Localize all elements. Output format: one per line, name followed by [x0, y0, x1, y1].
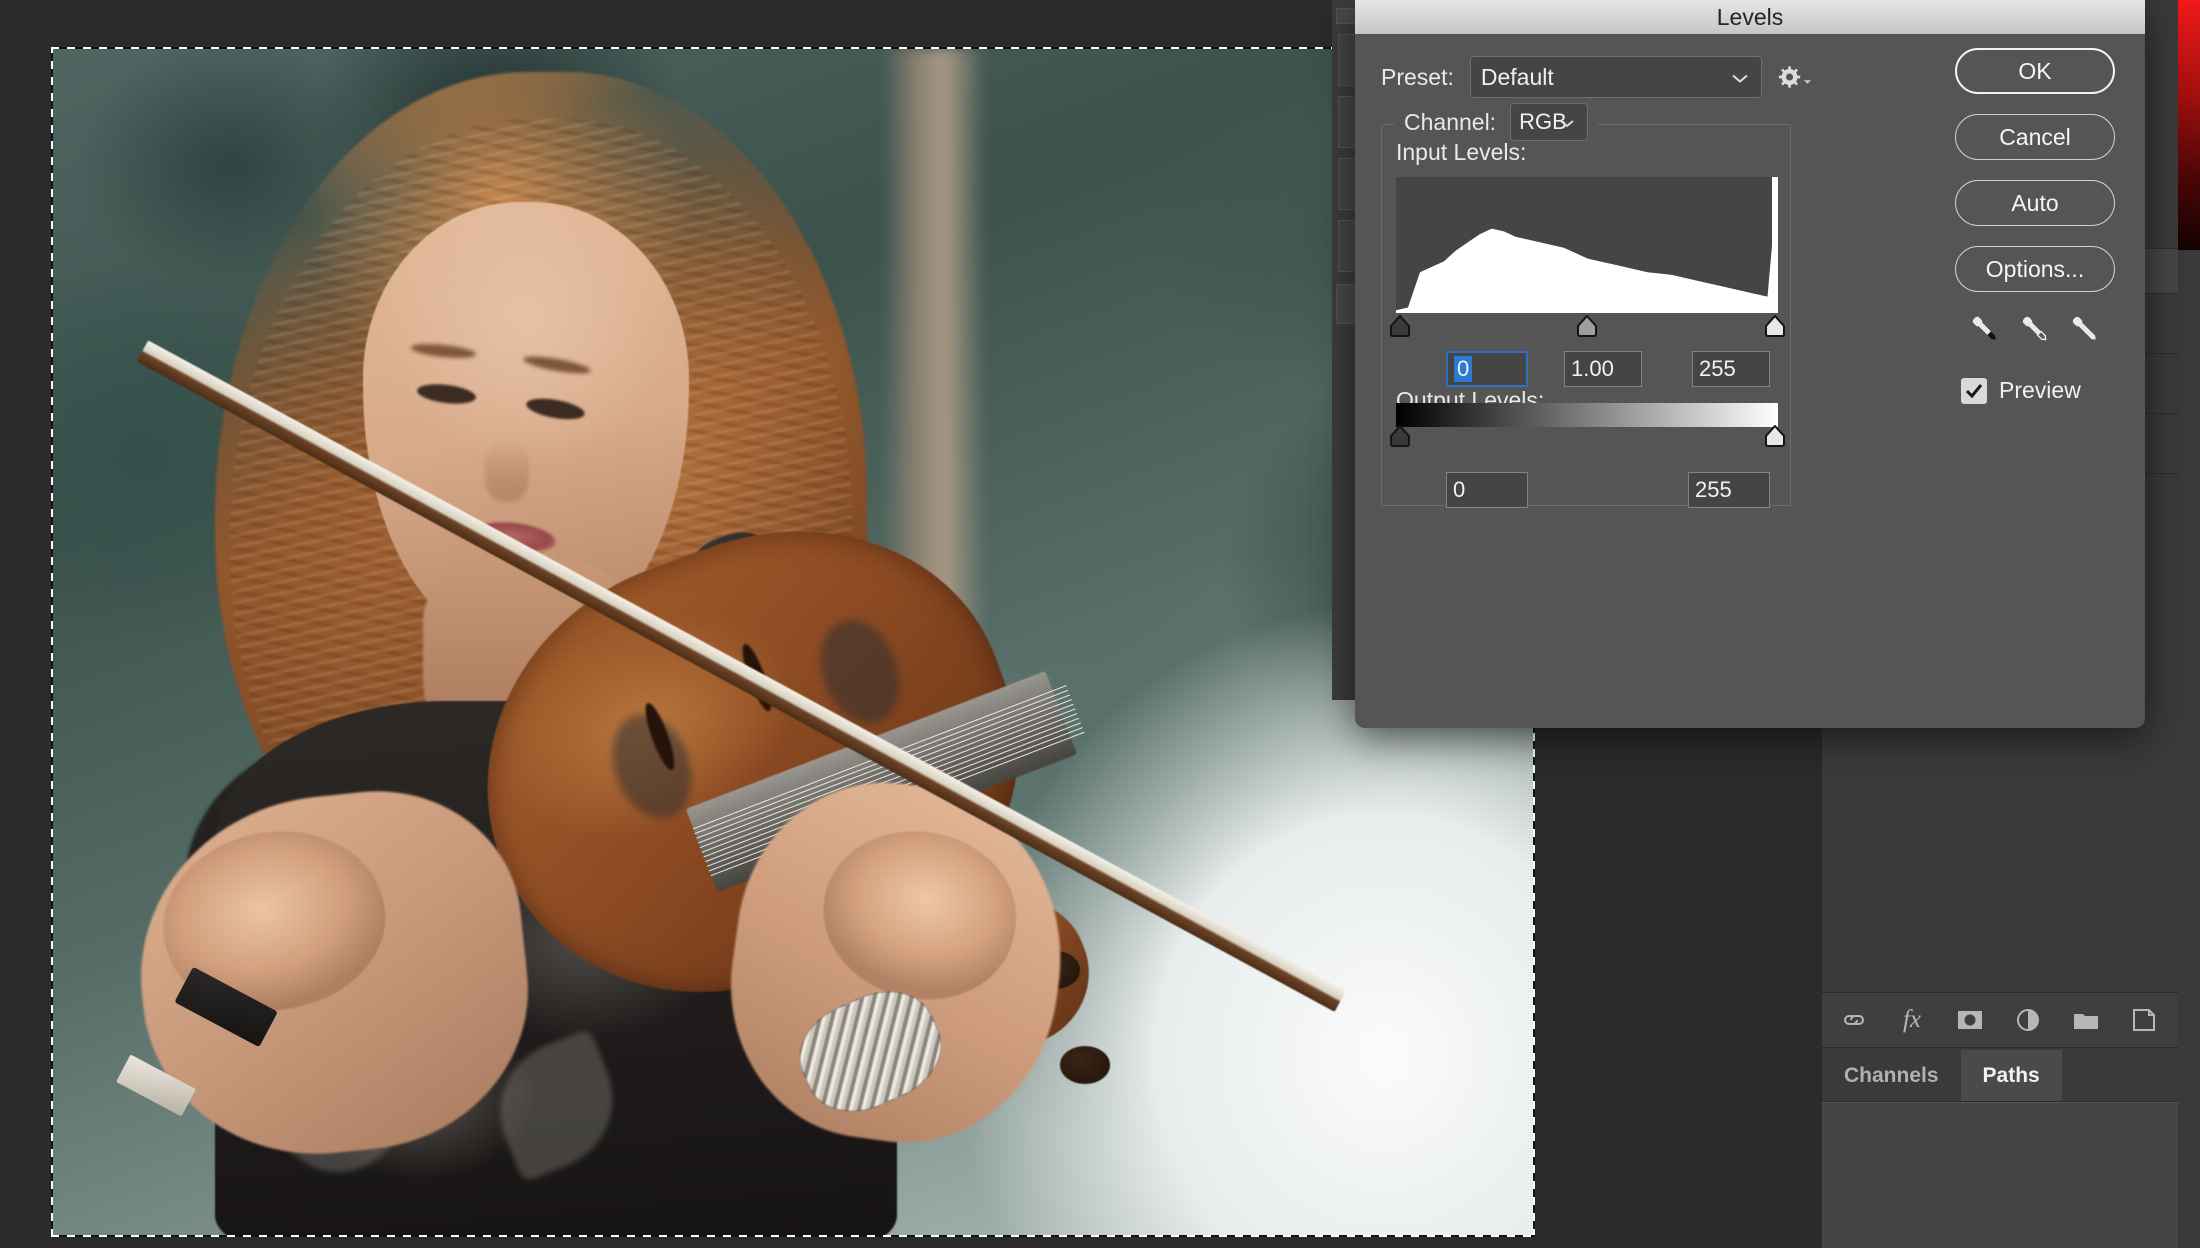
output-white-slider[interactable]: [1764, 424, 1786, 447]
subject-nose: [484, 440, 530, 502]
input-gamma-value: 1.00: [1571, 356, 1614, 381]
preset-label: Preset:: [1381, 63, 1454, 90]
ok-button[interactable]: OK: [1955, 48, 2115, 94]
output-black-slider[interactable]: [1389, 424, 1411, 447]
dialog-titlebar[interactable]: Levels: [1355, 0, 2145, 34]
violinist-photo: [52, 48, 1534, 1236]
input-levels-slider-track: [1390, 314, 1785, 339]
black-point-slider[interactable]: [1389, 314, 1411, 337]
preview-row[interactable]: Preview: [1955, 377, 2115, 404]
input-levels-histogram: [1396, 177, 1778, 313]
input-black-point-field[interactable]: 0: [1446, 351, 1528, 387]
output-black-value: 0: [1453, 477, 1466, 502]
app-root: yers y: 1 l: 1 fx: [0, 0, 2200, 1248]
layers-panel-button-row: fx: [1822, 992, 2178, 1048]
input-levels-label: Input Levels:: [1396, 139, 1527, 165]
input-white-point-value: 255: [1699, 356, 1736, 381]
violin-peg: [1059, 1045, 1111, 1084]
bottom-panel-tabs: Channels Paths: [1822, 1050, 2178, 1102]
fx-icon[interactable]: fx: [1896, 1004, 1928, 1036]
gamma-slider[interactable]: [1576, 314, 1598, 337]
preview-label: Preview: [1999, 377, 2081, 403]
image-canvas[interactable]: [52, 48, 1534, 1236]
output-black-field[interactable]: 0: [1446, 472, 1528, 508]
channel-row: Channel: RGB: [1394, 103, 1599, 141]
dialog-button-column: OK Cancel Auto Options... Preview: [1955, 48, 2115, 404]
preset-menu-gear-icon[interactable]: [1778, 60, 1812, 94]
tab-paths[interactable]: Paths: [1960, 1050, 2062, 1101]
input-white-point-field[interactable]: 255: [1692, 351, 1770, 387]
input-black-point-value: 0: [1454, 356, 1473, 382]
dialog-title: Levels: [1716, 3, 1784, 30]
tab-channels[interactable]: Channels: [1822, 1050, 1961, 1101]
levels-group-box: Channel: RGB Input Levels: 0 1.00 255 Ou…: [1381, 103, 1791, 508]
set-gray-point-eyedropper[interactable]: [2018, 312, 2052, 351]
white-point-slider[interactable]: [1764, 314, 1786, 337]
channel-label: Channel:: [1404, 108, 1497, 135]
new-layer-icon[interactable]: [2128, 1004, 2160, 1036]
output-levels-ramp: [1396, 403, 1778, 427]
link-icon[interactable]: [1838, 1004, 1870, 1036]
new-group-icon[interactable]: [2070, 1004, 2102, 1036]
preset-select[interactable]: Default: [1469, 56, 1762, 98]
output-levels-slider-track: [1390, 424, 1785, 449]
preset-value: Default: [1480, 63, 1554, 90]
adjustment-layer-icon[interactable]: [2012, 1004, 2044, 1036]
output-white-value: 255: [1695, 477, 1732, 502]
set-black-point-eyedropper[interactable]: [1968, 312, 2002, 351]
eyedropper-row: [1955, 312, 2115, 351]
histogram-plot: [1396, 177, 1778, 313]
preview-checkbox[interactable]: [1961, 377, 1987, 404]
layer-mask-icon[interactable]: [1954, 1004, 1986, 1036]
set-white-point-eyedropper[interactable]: [2068, 312, 2102, 351]
chevron-down-icon: [1559, 109, 1575, 135]
channel-select[interactable]: RGB: [1510, 103, 1589, 141]
chevron-down-icon: [1731, 64, 1749, 91]
output-white-field[interactable]: 255: [1688, 472, 1770, 508]
paths-panel-body[interactable]: [1822, 1102, 2178, 1248]
cancel-button[interactable]: Cancel: [1955, 114, 2115, 160]
color-swatch-red: [2178, 0, 2200, 250]
auto-button[interactable]: Auto: [1955, 180, 2115, 226]
levels-dialog: Levels Preset: Default Channel: RGB Inpu…: [1355, 0, 2145, 728]
input-gamma-field[interactable]: 1.00: [1564, 351, 1642, 387]
options-button[interactable]: Options...: [1955, 246, 2115, 292]
